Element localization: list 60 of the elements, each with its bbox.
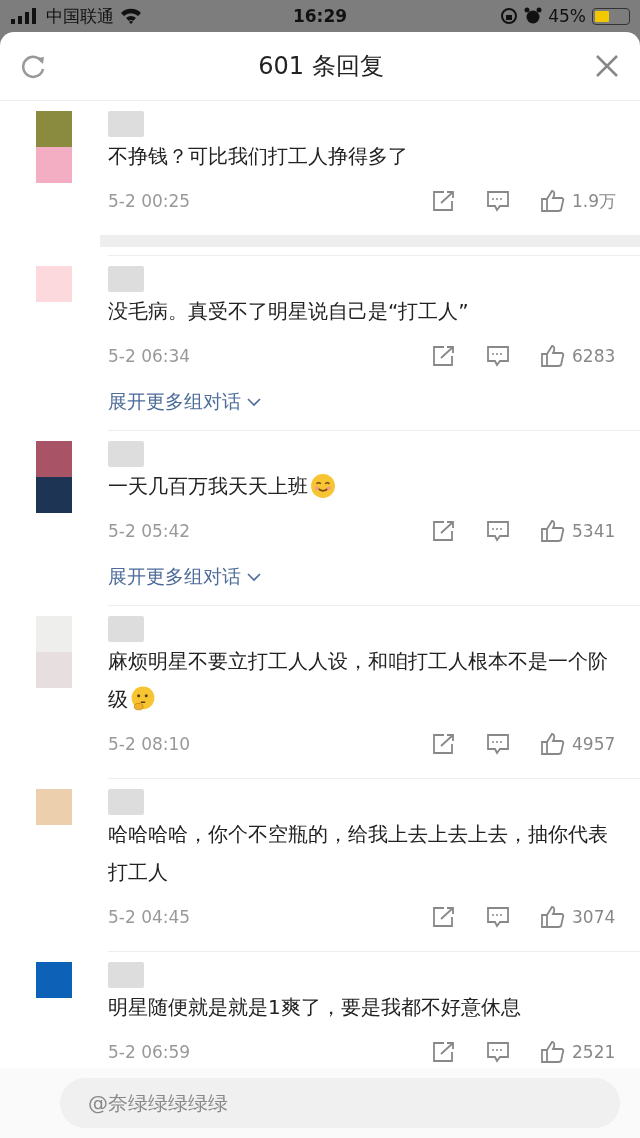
expand-more-link[interactable]: 展开更多组对话 [108, 382, 261, 422]
comment-time: 5-2 06:34 [108, 346, 191, 366]
expand-more-link[interactable]: 展开更多组对话 [108, 557, 261, 597]
comment-text: 哈哈哈哈，你个不空瓶的，给我上去上去上去，抽你代表打工人 [108, 821, 609, 886]
like-count: 5341 [572, 521, 616, 541]
battery-icon [592, 7, 630, 25]
thumbs-up-icon[interactable] [540, 905, 566, 929]
chevron-down-icon [247, 572, 261, 582]
avatar[interactable] [36, 111, 72, 183]
like-count: 4957 [572, 734, 616, 754]
redacted-username [108, 111, 144, 137]
redacted-username [108, 616, 144, 642]
share-icon[interactable] [432, 906, 456, 928]
comment-time: 5-2 08:10 [108, 734, 191, 754]
redacted-username [108, 441, 144, 467]
thinking-emoji-icon [130, 686, 156, 712]
rotation-lock-icon [500, 7, 519, 25]
reply-input-field[interactable]: @奈绿绿绿绿绿 [60, 1078, 620, 1128]
share-icon[interactable] [432, 1041, 456, 1063]
share-icon[interactable] [432, 733, 456, 755]
wifi-icon [120, 7, 142, 25]
avatar[interactable] [36, 441, 72, 513]
thumbs-up-icon[interactable] [540, 519, 566, 543]
alarm-icon [524, 7, 543, 25]
comment-icon[interactable] [486, 1041, 510, 1063]
thumbs-up-icon[interactable] [540, 1040, 566, 1064]
comment-time: 5-2 04:45 [108, 907, 191, 927]
comment-icon[interactable] [486, 906, 510, 928]
comment-icon[interactable] [486, 345, 510, 367]
like-count: 3074 [572, 907, 616, 927]
redacted-username [108, 789, 144, 815]
thumbs-up-icon[interactable] [540, 344, 566, 368]
comment-text: 明星随便就是就是1爽了，要是我都不好意休息 [108, 994, 522, 1021]
comment-time: 5-2 06:59 [108, 1042, 191, 1062]
carrier-name: 中国联通 [46, 4, 114, 28]
comment-icon[interactable] [486, 520, 510, 542]
close-icon[interactable] [594, 53, 620, 79]
comment-icon[interactable] [486, 190, 510, 212]
comment-time: 5-2 00:25 [108, 191, 191, 211]
comment-text: 麻烦明星不要立打工人人设，和咱打工人根本不是一个阶级 [108, 648, 609, 714]
clock-time: 16:29 [292, 6, 348, 26]
chevron-down-icon [247, 397, 261, 407]
share-icon[interactable] [432, 520, 456, 542]
like-count: 6283 [572, 346, 616, 366]
comment-text: 没毛病。真受不了明星说自己是“打工人” [108, 298, 470, 325]
share-icon[interactable] [432, 345, 456, 367]
comment-text: 不挣钱？可比我们打工人挣得多了 [108, 143, 409, 170]
smiling-emoji-icon [310, 473, 336, 499]
thumbs-up-icon[interactable] [540, 189, 566, 213]
comment-text: 一天几百万我天天上班 [108, 467, 618, 505]
share-icon[interactable] [432, 190, 456, 212]
comment-time: 5-2 05:42 [108, 521, 191, 541]
like-count: 1.9万 [572, 189, 617, 213]
sheet-title: 601 条回复 [258, 51, 384, 82]
redacted-username [108, 962, 144, 988]
comment-icon[interactable] [486, 733, 510, 755]
like-count: 2521 [572, 1042, 616, 1062]
redacted-username [108, 266, 144, 292]
battery-percent: 45% [548, 6, 586, 26]
thumbs-up-icon[interactable] [540, 732, 566, 756]
